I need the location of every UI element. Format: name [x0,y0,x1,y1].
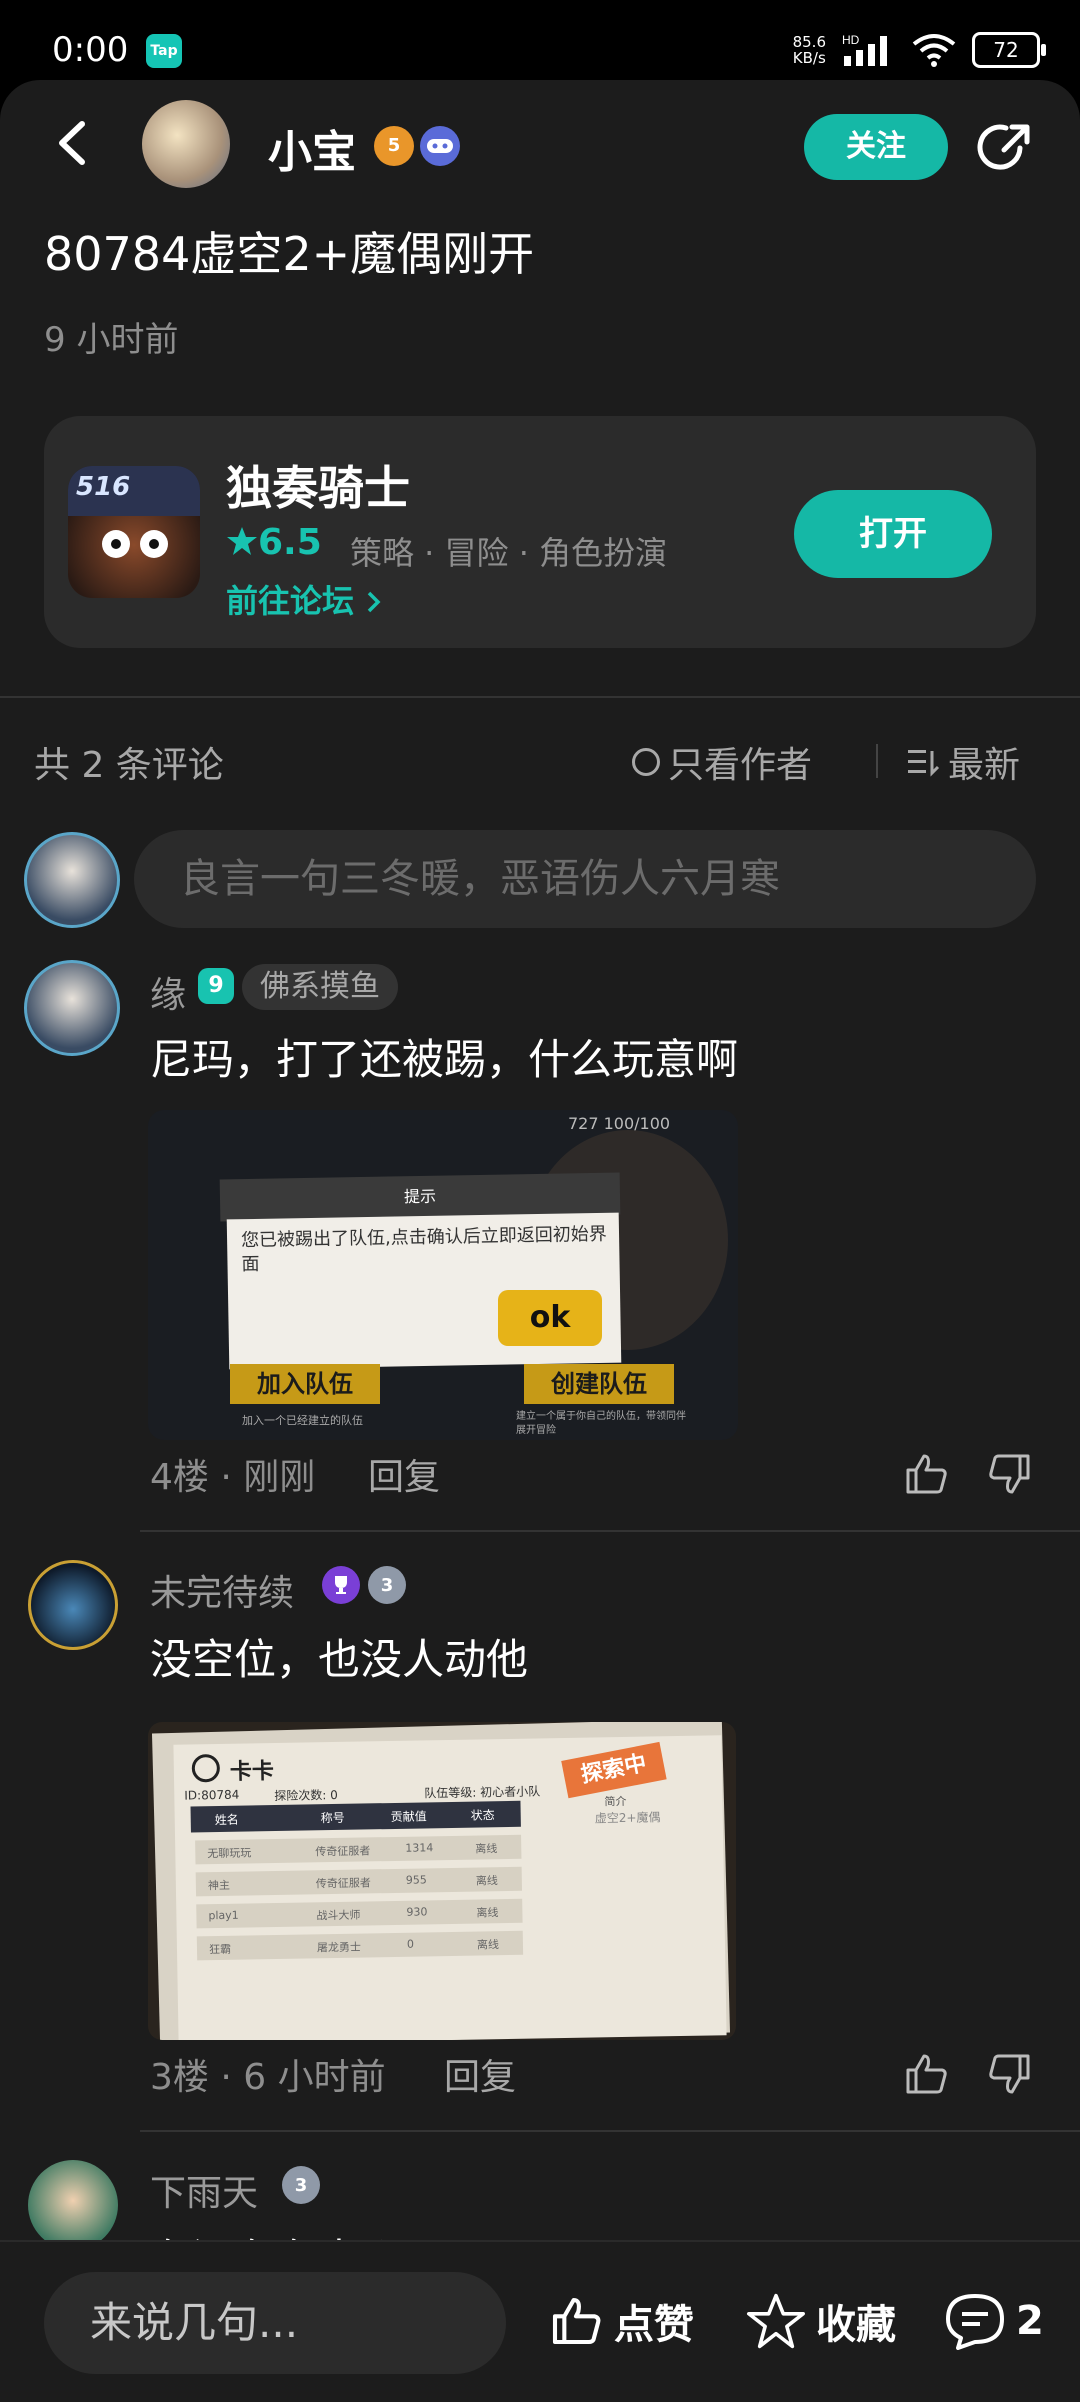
collect-button[interactable]: 收藏 [746,2292,896,2350]
star-icon [747,2293,805,2349]
post-header: 小宝 5 关注 [0,80,1080,220]
radio-icon [632,748,660,776]
image-id: ID:80784 [184,1787,240,1803]
reply-button[interactable]: 回复 [368,1448,440,1500]
comment-text: 尼玛，打了还被踢，什么玩意啊 [150,1035,739,1084]
game-icon[interactable]: 516 [68,466,200,598]
user-level-badge: 3 [368,1566,406,1604]
image-card-title: 卡卡 [229,1759,275,1785]
comment-bubble-icon [946,2294,1004,2350]
thumbs-up-icon[interactable] [902,1450,950,1498]
gamepad-badge-icon [420,126,460,166]
image-ok-button: ok [498,1290,602,1346]
image-dialog-text: 您已被踢出了队伍,点击确认后立即返回初始界面 [240,1223,607,1276]
game-card[interactable]: 516 独奏骑士 6.5 策略 · 冒险 · 角色扮演 前往论坛 打开 [44,416,1036,648]
image-table-row: 狂霸 屠龙勇士 0 离线 [196,1930,524,1961]
forum-link[interactable]: 前往论坛 [226,576,383,622]
thumbs-down-icon[interactable] [986,2050,1034,2098]
image-table-row: 无聊玩玩 传奇征服者 1314 离线 [195,1834,522,1865]
thumbs-up-icon[interactable] [902,2050,950,2098]
image-team-level: 队伍等级: 初心者小队 [424,1784,541,1801]
image-table-row: 神主 传奇征服者 955 离线 [195,1866,523,1897]
comments-count: 共 2 条评论 [34,745,224,786]
status-icons: 85.6 KB/s HD 72 [792,28,1046,72]
image-table-header: 姓名 称号 贡献值 状态 [190,1800,521,1833]
post-time: 9 小时前 [44,320,179,360]
post-page: 小宝 5 关注 80784虚空2+魔偶刚开 9 小时前 516 独奏骑士 6.5… [0,80,1080,2400]
user-tag: 佛系摸鱼 [242,964,398,1010]
image-table-row: play1 战斗大师 930 离线 [196,1898,523,1929]
network-speed: 85.6 KB/s [792,33,826,67]
only-author-toggle[interactable]: 只看作者 [632,736,812,788]
battery-indicator: 72 [972,32,1046,68]
commenter-name[interactable]: 缘 [150,966,186,1018]
commenter-name[interactable]: 下雨天 [150,2164,258,2216]
game-icon-label: 516 [76,472,131,502]
reply-button[interactable]: 回复 [444,2048,516,2100]
level-badge: 9 [198,968,234,1004]
comment-meta: 4楼 · 刚刚 [150,1457,316,1498]
share-icon[interactable] [976,118,1036,178]
comment-divider [140,1530,1080,1532]
image-paper: 卡卡 ID:80784 探险次数: 0 队伍等级: 初心者小队 探索中 简介 虚… [173,1735,727,2040]
game-icon-eye [102,530,130,558]
bottom-action-bar: 来说几句... 点赞 收藏 2 [0,2240,1080,2402]
user-level-badge: 3 [282,2166,320,2204]
comment-image[interactable]: 727 100/100 提示 您已被踢出了队伍,点击确认后立即返回初始界面 ok… [148,1110,738,1440]
section-divider [0,696,1080,698]
commenter-avatar[interactable] [28,2160,118,2250]
game-rating: 6.5 [226,522,322,563]
svg-text:HD: HD [842,33,860,47]
signal-icon: HD [842,33,887,66]
say-something-input[interactable]: 来说几句... [44,2272,506,2374]
back-arrow-icon[interactable] [52,118,92,168]
comment-meta: 3楼 · 6 小时前 [150,2057,386,2098]
game-icon-eye [140,530,168,558]
image-explore-count: 探险次数: 0 [274,1787,338,1804]
commenter-name[interactable]: 未完待续 [150,1564,294,1616]
image-intro-label: 简介 [604,1794,627,1809]
sort-toggle[interactable]: 最新 [908,736,1020,788]
image-create-button: 创建队伍 [524,1364,674,1404]
comment-divider [140,2130,1080,2132]
game-tags: 策略 · 冒险 · 角色扮演 [350,534,668,572]
comment-text: 没空位，也没人动他 [150,1635,529,1684]
game-name[interactable]: 独奏骑士 [226,452,410,518]
tap-app-icon: Tap [146,34,182,68]
wifi-icon [912,34,956,67]
thumbs-up-icon [552,2297,601,2345]
trophy-badge-icon [322,1566,360,1604]
image-create-caption: 建立一个属于你自己的队伍，带领同伴展开冒险 [516,1411,686,1436]
image-join-caption: 加入一个已经建立的队伍 [242,1414,363,1427]
vertical-separator [876,744,878,778]
comments-button[interactable]: 2 [944,2292,1044,2350]
status-bar: 0:00 Tap 85.6 KB/s HD 72 [0,0,1080,80]
commenter-avatar[interactable] [28,1560,118,1650]
author-avatar[interactable] [142,100,230,188]
comment-input[interactable]: 良言一句三冬暖，恶语伤人六月寒 [134,830,1036,928]
image-intro-text: 虚空2+魔偶 [594,1810,661,1826]
like-post-button[interactable]: 点赞 [548,2292,694,2350]
comment-image[interactable]: 卡卡 ID:80784 探险次数: 0 队伍等级: 初心者小队 探索中 简介 虚… [148,1722,736,2040]
image-stamp: 探索中 [561,1741,667,1799]
chevron-right-icon [367,591,381,613]
image-join-button: 加入队伍 [230,1364,380,1404]
author-name[interactable]: 小宝 [268,116,356,180]
clock: 0:00 [52,30,129,70]
thumbs-down-icon[interactable] [986,1450,1034,1498]
star-icon [227,527,257,555]
commenter-avatar[interactable] [24,960,120,1056]
image-eye-logo [191,1754,221,1783]
author-level-badge: 5 [374,126,414,166]
post-title: 80784虚空2+魔偶刚开 [44,227,535,281]
sort-icon [908,750,940,777]
open-game-button[interactable]: 打开 [794,490,992,578]
follow-button[interactable]: 关注 [804,114,948,180]
my-avatar [24,832,120,928]
